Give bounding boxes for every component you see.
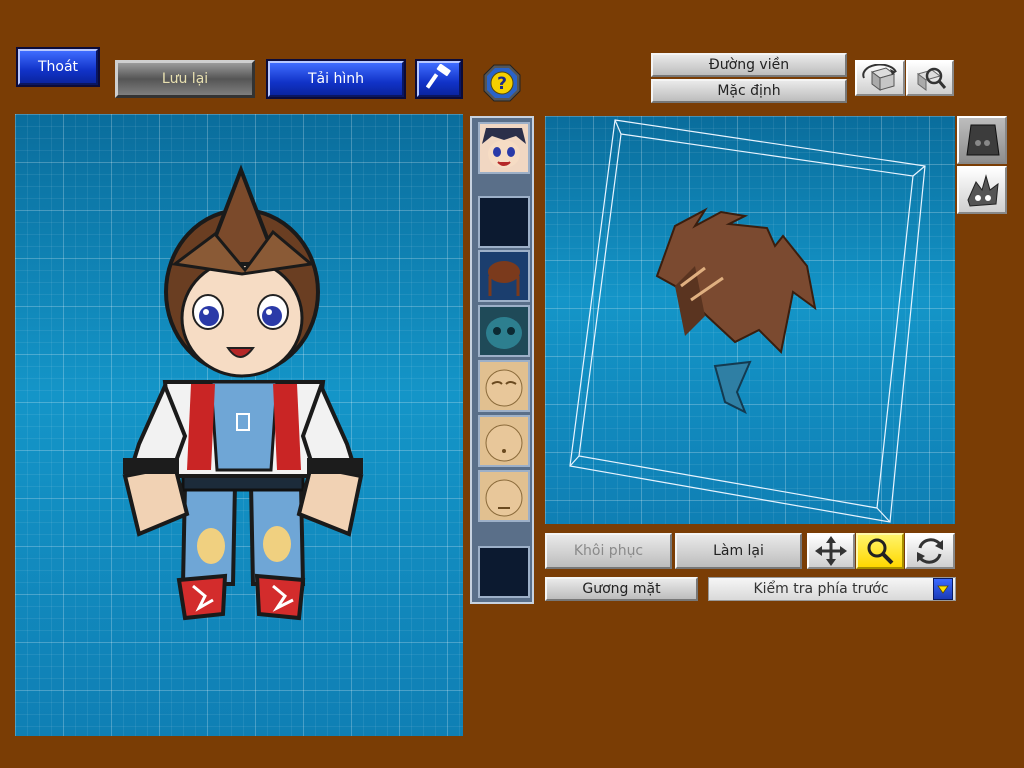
help-button[interactable]: ? — [483, 64, 521, 102]
help-icon: ? — [483, 64, 521, 102]
load-image-button[interactable]: Tải hình — [266, 59, 406, 99]
move-icon — [815, 536, 847, 566]
outline-button-label: Đường viền — [708, 57, 790, 73]
zoom-view-icon — [916, 67, 947, 91]
load-image-button-label: Tải hình — [308, 71, 364, 87]
hair-mesh-button[interactable] — [957, 166, 1007, 214]
exit-button[interactable]: Thoát — [16, 47, 100, 87]
hammer-button[interactable] — [415, 59, 463, 99]
svg-text:?: ? — [497, 74, 507, 94]
part-slot-face-portrait[interactable] — [478, 122, 530, 174]
outline-button[interactable]: Đường viền — [651, 53, 847, 77]
save-button-label: Lưu lại — [161, 71, 209, 87]
check-direction-value: Kiểm tra phía trước — [753, 581, 889, 597]
hair-mesh-icon — [967, 174, 999, 207]
part-slots-column — [470, 116, 534, 604]
face-part-button-label: Gương mặt — [582, 581, 661, 597]
face-portrait-icon — [482, 128, 526, 168]
mask-part-icon — [486, 317, 522, 349]
head-mesh-button[interactable] — [957, 116, 1007, 164]
part-slot-empty-2[interactable] — [478, 546, 530, 598]
character-model — [122, 164, 364, 621]
rotate-tool-button[interactable] — [905, 533, 955, 569]
restore-button-label: Khôi phục — [573, 543, 644, 559]
face-part-button[interactable]: Gương mặt — [545, 577, 698, 601]
hammer-icon — [425, 63, 452, 94]
chevron-down-icon[interactable] — [933, 578, 953, 600]
zoom-view-button[interactable] — [906, 60, 954, 96]
part-slot-mask[interactable] — [478, 305, 530, 357]
rotate-icon — [917, 538, 943, 564]
character-preview-panel[interactable] — [15, 114, 463, 736]
part-slot-face-1[interactable] — [478, 360, 530, 412]
part-slot-hair[interactable] — [478, 250, 530, 302]
part-3d-model — [569, 119, 926, 523]
face-part-icon — [485, 479, 523, 517]
move-tool-button[interactable] — [807, 533, 855, 569]
default-button[interactable]: Mặc định — [651, 79, 847, 103]
face-part-icon — [485, 369, 523, 407]
rotate-3d-button[interactable] — [855, 60, 905, 96]
rotate-3d-icon — [862, 64, 897, 91]
zoom-icon — [867, 538, 894, 565]
exit-button-label: Thoát — [37, 59, 79, 75]
hair-part-icon — [488, 261, 520, 296]
default-button-label: Mặc định — [717, 83, 781, 99]
part-slot-face-3[interactable] — [478, 470, 530, 522]
redo-button[interactable]: Làm lại — [675, 533, 802, 569]
head-mesh-icon — [966, 124, 1000, 156]
part-slot-face-2[interactable] — [478, 415, 530, 467]
redo-button-label: Làm lại — [713, 543, 764, 559]
part-slot-empty-1[interactable] — [478, 196, 530, 248]
zoom-tool-button[interactable] — [856, 533, 904, 569]
part-3d-viewport[interactable] — [545, 116, 955, 524]
check-direction-select[interactable]: Kiểm tra phía trước — [708, 577, 956, 601]
save-button[interactable]: Lưu lại — [115, 60, 255, 98]
face-part-icon — [485, 424, 523, 462]
restore-button[interactable]: Khôi phục — [545, 533, 672, 569]
